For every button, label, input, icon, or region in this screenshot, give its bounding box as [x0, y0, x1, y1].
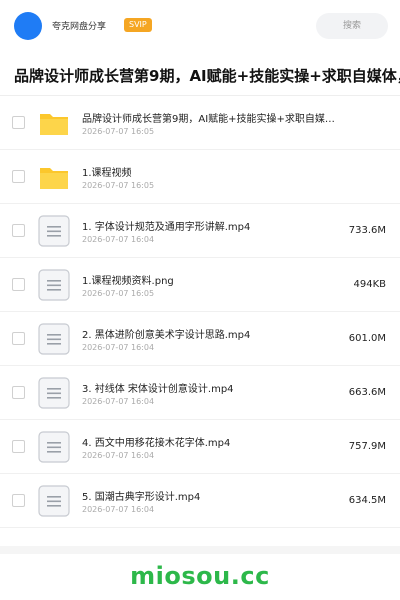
file-date: 2026-07-07 16:05 — [82, 289, 155, 298]
select-checkbox[interactable] — [12, 494, 25, 507]
file-date: 2026-07-07 16:04 — [82, 397, 155, 406]
file-size: 663.6M — [348, 387, 386, 398]
select-checkbox[interactable] — [12, 116, 25, 129]
file-date: 2026-07-07 16:04 — [82, 235, 155, 244]
file-size: 733.6M — [348, 225, 386, 236]
search-button[interactable]: 搜索 — [316, 13, 388, 39]
select-checkbox[interactable] — [12, 440, 25, 453]
app-header: 夸克网盘分享 SVIP 搜索 — [0, 0, 400, 52]
folder-title-bar: 品牌设计师成长营第9期，AI赋能+技能实操+求职自媒体， — [0, 52, 400, 96]
file-date: 2026-07-07 16:04 — [82, 451, 155, 460]
document-icon — [38, 215, 70, 247]
select-checkbox[interactable] — [12, 278, 25, 291]
select-checkbox[interactable] — [12, 170, 25, 183]
list-item[interactable]: 4. 西文中用移花接木花字体.mp4 2026-07-07 16:04 757.9M — [0, 420, 400, 474]
document-icon — [38, 485, 70, 517]
select-checkbox[interactable] — [12, 386, 25, 399]
file-name: 5. 国潮古典字形设计.mp4 — [82, 492, 201, 503]
file-date: 2026-07-07 16:05 — [82, 181, 155, 190]
watermark: miosou.cc — [130, 562, 270, 590]
user-name: 夸克网盘分享 — [52, 22, 107, 32]
list-item[interactable]: 1.课程视频 2026-07-07 16:05 — [0, 150, 400, 204]
file-size: 757.9M — [348, 441, 386, 452]
document-icon — [38, 269, 70, 301]
list-item[interactable]: 1. 字体设计规范及通用字形讲解.mp4 2026-07-07 16:04 733.… — [0, 204, 400, 258]
list-item[interactable]: 3. 衬线体 宋体设计创意设计.mp4 2026-07-07 16:04 663.6… — [0, 366, 400, 420]
file-name: 4. 西文中用移花接木花字体.mp4 — [82, 438, 231, 449]
file-name: 1.课程视频 — [82, 168, 132, 179]
file-name: 3. 衬线体 宋体设计创意设计.mp4 — [82, 384, 234, 395]
page-title: 品牌设计师成长营第9期，AI赋能+技能实操+求职自媒体， — [14, 67, 400, 85]
list-item[interactable]: 5. 国潮古典字形设计.mp4 2026-07-07 16:04 634.5M — [0, 474, 400, 528]
list-item[interactable]: 品牌设计师成长营第9期，AI赋能+技能实操+求职自媒体… 2026-07-07 1… — [0, 96, 400, 150]
select-checkbox[interactable] — [12, 332, 25, 345]
file-size: 494KB — [353, 279, 386, 290]
list-item[interactable]: 1.课程视频资料.png 2026-07-07 16:05 494KB — [0, 258, 400, 312]
svip-badge: SVIP — [124, 18, 152, 32]
folder-icon — [38, 161, 70, 193]
select-checkbox[interactable] — [12, 224, 25, 237]
file-name: 品牌设计师成长营第9期，AI赋能+技能实操+求职自媒体… — [82, 114, 342, 125]
file-name: 1. 字体设计规范及通用字形讲解.mp4 — [82, 222, 251, 233]
file-date: 2026-07-07 16:04 — [82, 343, 155, 352]
folder-icon — [38, 107, 70, 139]
file-name: 2. 黑体进阶创意美术字设计思路.mp4 — [82, 330, 251, 341]
document-icon — [38, 431, 70, 463]
file-size: 634.5M — [348, 495, 386, 506]
file-date: 2026-07-07 16:05 — [82, 127, 155, 136]
list-item[interactable]: 2. 黑体进阶创意美术字设计思路.mp4 2026-07-07 16:04 601.… — [0, 312, 400, 366]
document-icon — [38, 377, 70, 409]
file-size: 601.0M — [348, 333, 386, 344]
file-name: 1.课程视频资料.png — [82, 276, 174, 287]
divider — [0, 546, 400, 554]
avatar[interactable] — [14, 12, 42, 40]
document-icon — [38, 323, 70, 355]
file-list: 品牌设计师成长营第9期，AI赋能+技能实操+求职自媒体… 2026-07-07 1… — [0, 96, 400, 528]
file-date: 2026-07-07 16:04 — [82, 505, 155, 514]
